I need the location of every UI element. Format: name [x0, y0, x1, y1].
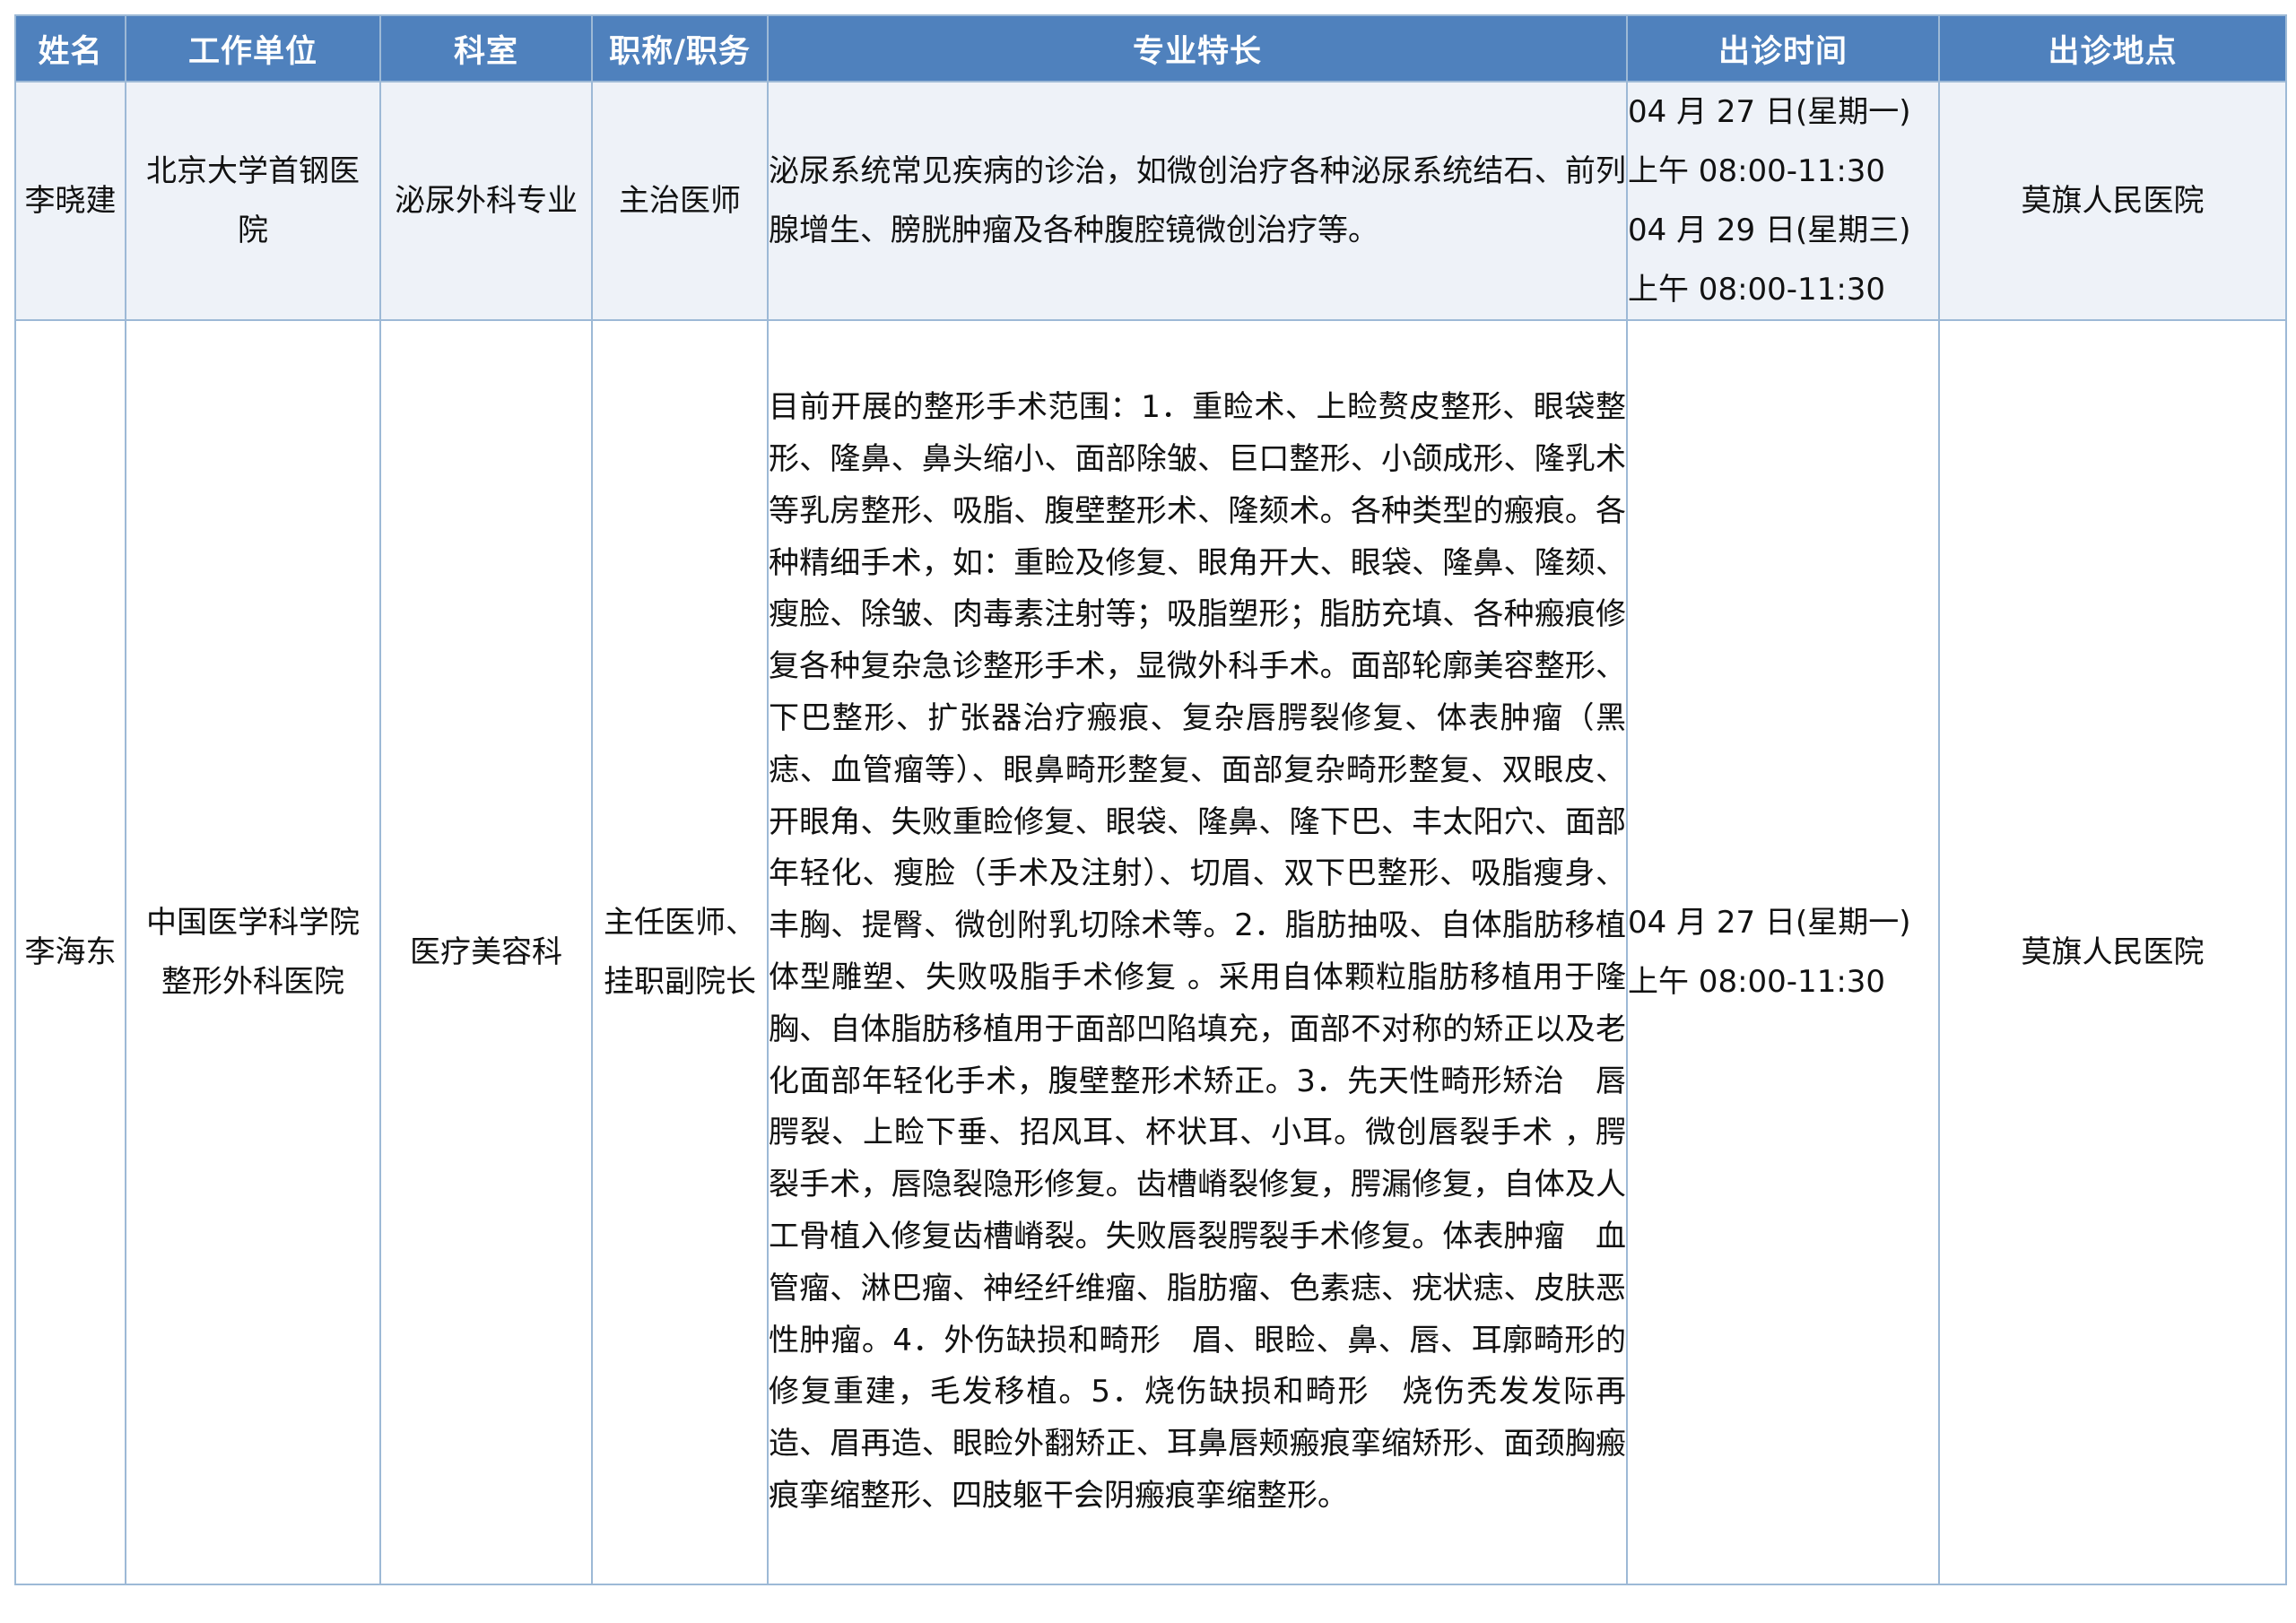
job-title: 主治医师	[591, 81, 769, 321]
clinic-location: 莫旗人民医院	[1938, 319, 2287, 1585]
work-unit: 北京大学首钢医院	[125, 81, 381, 321]
doctor-name: 李海东	[14, 319, 126, 1585]
specialty: 目前开展的整形手术范围：1．重睑术、上睑赘皮整形、眼袋整形、隆鼻、鼻头缩小、面部…	[767, 319, 1628, 1585]
header-title: 职称/职务	[591, 14, 769, 82]
table-row: 李晓建 北京大学首钢医院 泌尿外科专业 主治医师 泌尿系统常见疾病的诊治，如微创…	[14, 81, 2287, 321]
clinic-schedule-table: 姓名 工作单位 科室 职称/职务 专业特长 出诊时间 出诊地点 李晓建 北京大学…	[14, 14, 2287, 1585]
header-location: 出诊地点	[1938, 14, 2287, 82]
table-row: 李海东 中国医学科学院整形外科医院 医疗美容科 主任医师、挂职副院长 目前开展的…	[14, 319, 2287, 1585]
header-name: 姓名	[14, 14, 126, 82]
work-unit: 中国医学科学院整形外科医院	[125, 319, 381, 1585]
clinic-time: 04 月 27 日(星期一) 上午 08:00-11:30	[1626, 319, 1940, 1585]
clinic-time-line: 上午 08:00-11:30	[1628, 272, 1886, 308]
header-specialty: 专业特长	[767, 14, 1628, 82]
header-time: 出诊时间	[1626, 14, 1940, 82]
specialty: 泌尿系统常见疾病的诊治，如微创治疗各种泌尿系统结石、前列腺增生、膀胱肿瘤及各种腹…	[767, 81, 1628, 321]
clinic-location: 莫旗人民医院	[1938, 81, 2287, 321]
clinic-time-line: 04 月 27 日(星期一)	[1628, 94, 1911, 130]
job-title: 主任医师、挂职副院长	[591, 319, 769, 1585]
department: 医疗美容科	[379, 319, 593, 1585]
clinic-time-line: 04 月 27 日(星期一)	[1628, 905, 1911, 941]
header-unit: 工作单位	[125, 14, 381, 82]
clinic-time-line: 上午 08:00-11:30	[1628, 964, 1886, 1000]
clinic-time: 04 月 27 日(星期一) 上午 08:00-11:30 04 月 29 日(…	[1626, 81, 1940, 321]
header-department: 科室	[379, 14, 593, 82]
doctor-name: 李晓建	[14, 81, 126, 321]
department: 泌尿外科专业	[379, 81, 593, 321]
clinic-time-line: 上午 08:00-11:30	[1628, 153, 1886, 189]
table-header-row: 姓名 工作单位 科室 职称/职务 专业特长 出诊时间 出诊地点	[14, 14, 2287, 82]
clinic-time-line: 04 月 29 日(星期三)	[1628, 213, 1911, 248]
